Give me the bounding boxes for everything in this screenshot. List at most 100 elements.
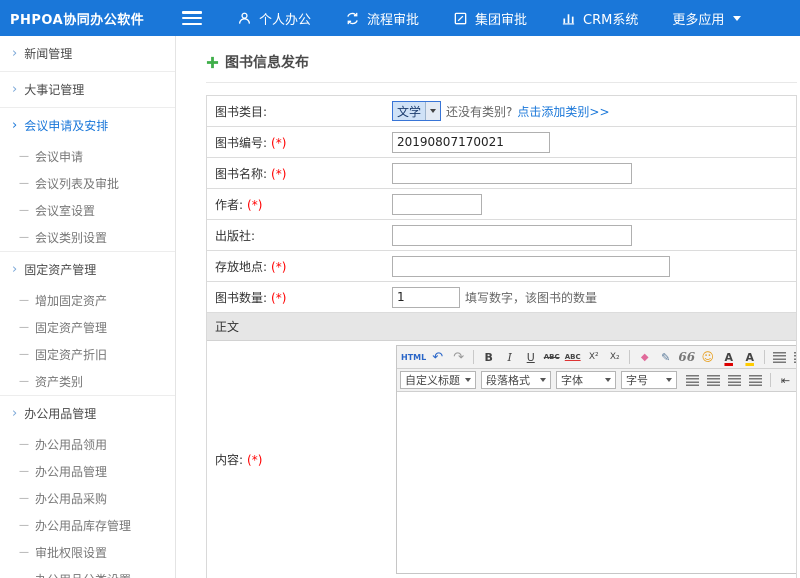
sidebar-subitem-fixed-asset-depreciation[interactable]: — 固定资产折旧 [0, 341, 175, 368]
dash-icon: — [19, 466, 29, 477]
sidebar-item-news-management[interactable]: › 新闻管理 [0, 36, 175, 71]
sidebar-subitem-label: 会议室设置 [35, 202, 95, 219]
indent-decrease-button[interactable]: ⇤ [776, 371, 795, 389]
sidebar-subitem-label: 办公用品领用 [35, 436, 107, 453]
strikethrough-button[interactable]: ABC [542, 348, 561, 366]
dash-icon: — [19, 322, 29, 333]
nav-more-apps[interactable]: 更多应用 [655, 0, 758, 36]
chevron-down-icon [465, 378, 471, 382]
category-hint: 还没有类别? [446, 103, 512, 120]
chevron-down-icon [666, 378, 672, 382]
sidebar-subitem-supplies-inventory[interactable]: — 办公用品库存管理 [0, 512, 175, 539]
sidebar-subitem-fixed-asset-management[interactable]: — 固定资产管理 [0, 314, 175, 341]
chevron-down-icon [425, 102, 440, 120]
sidebar-subitem-approval-permission-settings[interactable]: — 审批权限设置 [0, 539, 175, 566]
paragraph-format-select[interactable]: 段落格式 [481, 371, 551, 389]
publisher-input[interactable] [392, 225, 632, 246]
emotion-button[interactable]: ☺ [698, 348, 717, 366]
font-size-select[interactable]: 字号 [621, 371, 677, 389]
sidebar-subitem-meeting-category-settings[interactable]: — 会议类别设置 [0, 224, 175, 251]
chevron-down-icon [605, 378, 611, 382]
author-input[interactable] [392, 194, 482, 215]
underline-button[interactable]: U [521, 348, 540, 366]
nav-workflow-approval[interactable]: 流程审批 [328, 0, 436, 36]
sidebar-item-fixed-assets-management[interactable]: › 固定资产管理 [0, 252, 175, 287]
sidebar-subitem-supplies-management[interactable]: — 办公用品管理 [0, 458, 175, 485]
form-row-quantity: 图书数量:(*) 填写数字，该图书的数量 [207, 282, 796, 313]
italic-button[interactable]: I [500, 348, 519, 366]
sidebar-subitem-supplies-purchase[interactable]: — 办公用品采购 [0, 485, 175, 512]
format-painter-button[interactable]: ✎ [656, 348, 675, 366]
sidebar-subitem-meeting-apply[interactable]: — 会议申请 [0, 143, 175, 170]
subscript-button[interactable]: X₂ [605, 348, 624, 366]
bar-chart-icon [561, 11, 576, 26]
bold-button[interactable]: B [479, 348, 498, 366]
editor-content-area[interactable] [397, 392, 797, 573]
spellcheck-button[interactable]: ABC [563, 348, 582, 366]
form-row-content: 内容:(*) HTML ↶ ↷ B I U ABC ABC X² [207, 341, 796, 578]
sidebar-subitem-meeting-room-settings[interactable]: — 会议室设置 [0, 197, 175, 224]
align-right-button[interactable] [725, 371, 744, 389]
required-marker: (*) [271, 291, 286, 305]
nav-personal-office[interactable]: 个人办公 [220, 0, 328, 36]
location-input[interactable] [392, 256, 670, 277]
sidebar-subitem-label: 办公用品采购 [35, 490, 107, 507]
form-row-category: 图书类目: 文学 还没有类别? 点击添加类别>> [207, 96, 796, 127]
book-name-input[interactable] [392, 163, 632, 184]
sidebar-item-label: 办公用品管理 [24, 405, 96, 422]
font-family-select[interactable]: 字体 [556, 371, 616, 389]
dash-icon: — [19, 439, 29, 450]
chevron-right-icon: › [12, 263, 17, 276]
bullet-list-button[interactable] [770, 348, 789, 366]
nav-label: 个人办公 [259, 9, 311, 28]
sidebar-subitem-supplies-category-settings[interactable]: — 办公用品分类设置 [0, 566, 175, 578]
topbar: PHPOA协同办公软件 个人办公 流程审批 集团审批 CRM系统 [0, 0, 800, 36]
rich-text-editor: HTML ↶ ↷ B I U ABC ABC X² X₂ ◆ ✎ [396, 345, 797, 574]
sidebar-subitem-asset-category[interactable]: — 资产类别 [0, 368, 175, 395]
app-logo[interactable]: PHPOA协同办公软件 [0, 9, 176, 28]
nav-crm-system[interactable]: CRM系统 [544, 0, 655, 36]
sidebar-subitem-supplies-claim[interactable]: — 办公用品领用 [0, 431, 175, 458]
sidebar-group-office-supplies: › 办公用品管理 — 办公用品领用 — 办公用品管理 — 办公用品采购 — 办公… [0, 396, 175, 578]
highlight-color-button[interactable]: A [740, 348, 759, 366]
sidebar-item-memorabilia-management[interactable]: › 大事记管理 [0, 72, 175, 107]
align-left-button[interactable] [683, 371, 702, 389]
edit-square-icon [453, 11, 468, 26]
sidebar-subitem-label: 会议列表及审批 [35, 175, 119, 192]
sidebar-subitem-label: 审批权限设置 [35, 544, 107, 561]
blockquote-button[interactable]: 66 [677, 348, 696, 366]
add-category-link[interactable]: 点击添加类别>> [517, 103, 609, 120]
superscript-button[interactable]: X² [584, 348, 603, 366]
eraser-button[interactable]: ◆ [635, 348, 654, 366]
body-section-header: 正文 [207, 313, 796, 341]
undo-button[interactable]: ↶ [428, 348, 447, 366]
custom-title-select[interactable]: 自定义标题 [400, 371, 476, 389]
sidebar-item-office-supplies-management[interactable]: › 办公用品管理 [0, 396, 175, 431]
align-justify-button[interactable] [746, 371, 765, 389]
sidebar-subitem-meeting-list-approval[interactable]: — 会议列表及审批 [0, 170, 175, 197]
dash-icon: — [19, 151, 29, 162]
sidebar-item-meeting-management[interactable]: › 会议申请及安排 [0, 108, 175, 143]
category-select[interactable]: 文学 [392, 101, 441, 121]
source-code-button[interactable]: HTML [401, 348, 426, 366]
hamburger-menu-icon[interactable] [182, 11, 202, 25]
form-row-publisher: 出版社: [207, 220, 796, 251]
sidebar-subitem-label: 会议申请 [35, 148, 83, 165]
sidebar-subitem-label: 资产类别 [35, 373, 83, 390]
book-code-input[interactable] [392, 132, 550, 153]
numbered-list-button[interactable] [791, 348, 797, 366]
nav-group-approval[interactable]: 集团审批 [436, 0, 544, 36]
quantity-input[interactable] [392, 287, 460, 308]
sidebar-subitem-label: 增加固定资产 [35, 292, 107, 309]
align-center-button[interactable] [704, 371, 723, 389]
sidebar-subitem-add-fixed-asset[interactable]: — 增加固定资产 [0, 287, 175, 314]
category-select-value: 文学 [393, 102, 425, 120]
dash-icon: — [19, 520, 29, 531]
page-title-text: 图书信息发布 [225, 52, 309, 72]
field-label: 作者:(*) [207, 196, 392, 213]
sidebar-item-label: 大事记管理 [24, 81, 84, 98]
redo-button[interactable]: ↷ [449, 348, 468, 366]
font-color-button[interactable]: A [719, 348, 738, 366]
field-label: 图书编号:(*) [207, 134, 392, 151]
toolbar-separator [629, 350, 630, 364]
